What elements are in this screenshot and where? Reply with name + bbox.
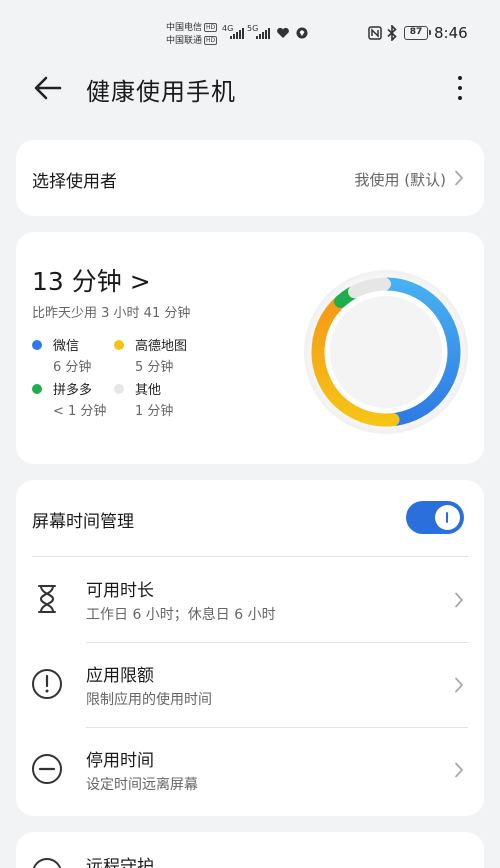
heart-shield-icon	[277, 27, 289, 38]
remote-guard-title: 远程守护	[86, 857, 154, 868]
hd-badge-2: HD	[204, 36, 218, 45]
legend-dot	[32, 340, 42, 350]
legend-name: 拼多多	[53, 383, 93, 398]
donut-segment-4	[348, 277, 392, 299]
back-button[interactable]	[30, 70, 66, 106]
bluetooth-icon	[387, 25, 397, 41]
chevron-right-icon	[455, 592, 463, 608]
screen-time-title: 屏幕时间管理	[32, 512, 134, 532]
usage-donut-chart	[304, 270, 468, 434]
row-app-limits[interactable]: 应用限额 限制应用的使用时间	[16, 643, 484, 728]
chevron-right-icon	[455, 677, 463, 693]
status-bar: 中国电信 HD 中国联通 HD 4G 5G 87 8:46	[0, 0, 500, 64]
row-title: 应用限额	[86, 666, 154, 686]
row-title: 可用时长	[86, 581, 154, 601]
select-user-value: 我使用 (默认)	[354, 171, 446, 189]
toggle-knob	[435, 505, 460, 530]
usage-card[interactable]: 13 分钟 > 比昨天少用 3 小时 41 分钟 微信 6 分钟 高德地图 5 …	[16, 232, 484, 464]
row-subtitle: 限制应用的使用时间	[86, 692, 212, 708]
page-title: 健康使用手机	[86, 78, 236, 106]
more-options-button[interactable]	[448, 70, 472, 106]
legend-dot	[32, 384, 42, 394]
divider	[32, 556, 468, 557]
usage-comparison: 比昨天少用 3 小时 41 分钟	[32, 306, 191, 321]
signal-icon-2	[256, 28, 270, 39]
minus-circle-icon	[32, 754, 62, 784]
legend-time: 6 分钟	[53, 360, 92, 375]
legend-name: 高德地图	[135, 339, 188, 354]
select-user-card[interactable]: 选择使用者 我使用 (默认)	[16, 140, 484, 216]
legend-dot	[114, 384, 124, 394]
select-user-label: 选择使用者	[32, 172, 117, 192]
screen-time-card: 屏幕时间管理 可用时长 工作日 6 小时；休息日 6 小时 应用限额 限制应用的…	[16, 480, 484, 816]
row-title: 停用时间	[86, 751, 154, 771]
legend-name: 其他	[135, 383, 162, 398]
nfc-icon	[368, 26, 382, 40]
screen-time-toggle[interactable]	[406, 501, 464, 534]
arrow-left-icon	[34, 76, 62, 100]
row-subtitle: 设定时间远离屏幕	[86, 777, 198, 793]
legend-time: 1 分钟	[135, 404, 174, 419]
carrier-1: 中国电信	[166, 23, 203, 33]
legend-name: 微信	[53, 339, 80, 354]
row-available-time[interactable]: 可用时长 工作日 6 小时；休息日 6 小时	[16, 558, 484, 643]
remote-guard-card[interactable]: 远程守护	[16, 832, 484, 868]
carrier-info: 中国电信 HD 中国联通 HD	[166, 22, 218, 48]
battery-icon: 87	[404, 26, 431, 40]
legend-time: < 1 分钟	[53, 404, 107, 419]
chevron-right-icon	[455, 762, 463, 778]
signal-icon	[230, 28, 244, 39]
legend-time: 5 分钟	[135, 360, 174, 375]
vpn-icon	[296, 27, 308, 39]
more-vertical-icon	[458, 76, 462, 80]
chevron-right-icon	[455, 170, 463, 186]
legend-dot	[114, 340, 124, 350]
status-time: 8:46	[434, 24, 468, 42]
carrier-2: 中国联通	[166, 36, 203, 46]
hourglass-icon	[38, 585, 56, 613]
hd-badge-1: HD	[204, 23, 218, 32]
total-usage-time[interactable]: 13 分钟 >	[32, 262, 151, 298]
row-subtitle: 工作日 6 小时；休息日 6 小时	[86, 607, 276, 623]
row-downtime[interactable]: 停用时间 设定时间远离屏幕	[16, 728, 484, 813]
remote-guard-icon	[32, 858, 62, 868]
alert-circle-icon	[32, 669, 62, 699]
